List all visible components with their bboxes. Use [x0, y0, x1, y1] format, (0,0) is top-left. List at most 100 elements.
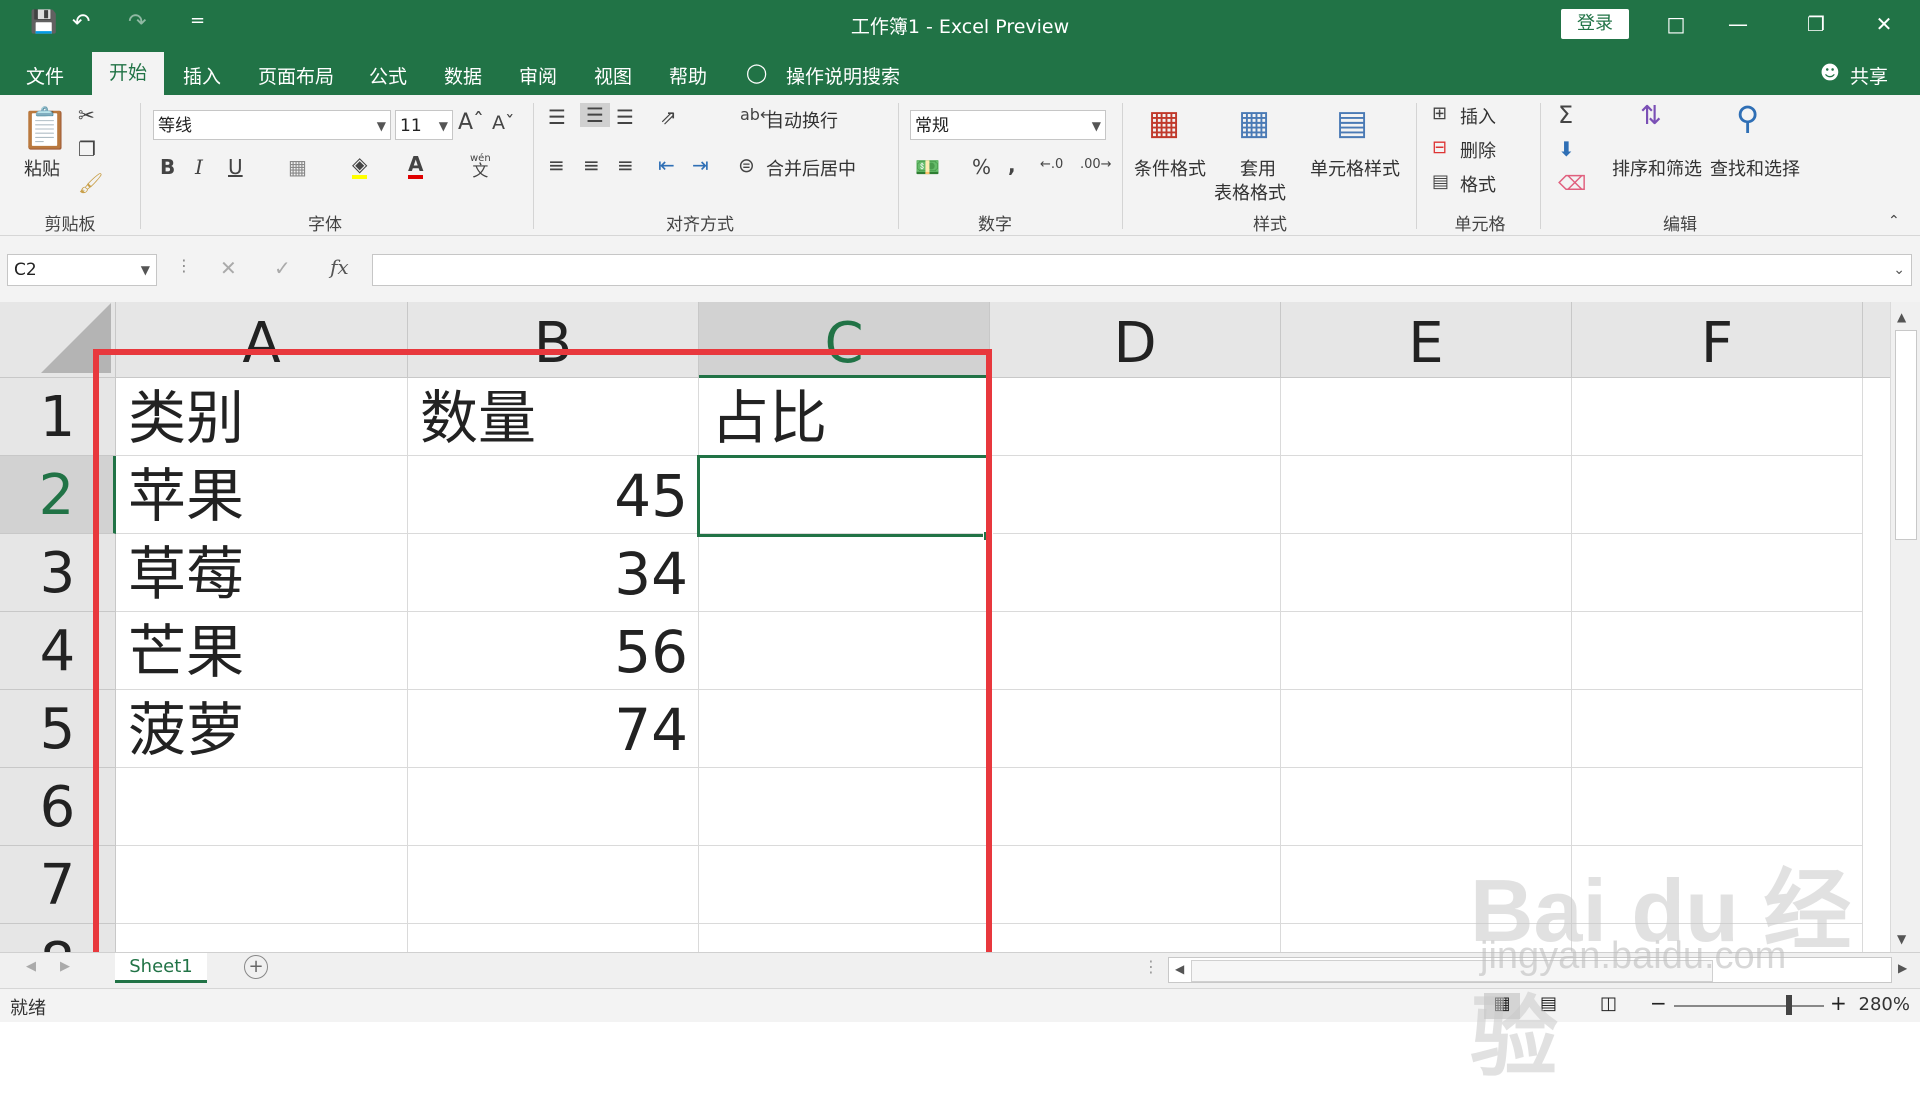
- cell-f5[interactable]: [1572, 690, 1863, 768]
- cell-d3[interactable]: [990, 534, 1281, 612]
- merge-center-button[interactable]: 合并后居中: [766, 155, 856, 181]
- column-header-g[interactable]: [1863, 302, 1890, 378]
- tab-formulas[interactable]: 公式: [369, 62, 407, 89]
- insert-function-button[interactable]: fx: [330, 255, 349, 279]
- tell-me-search[interactable]: 操作说明搜索: [786, 62, 900, 89]
- format-as-table-button-l2[interactable]: 表格格式: [1214, 179, 1286, 205]
- cell-f6[interactable]: [1572, 768, 1863, 846]
- fill-icon[interactable]: ⬇: [1558, 137, 1575, 161]
- fill-color-icon[interactable]: ◈: [352, 153, 368, 179]
- ribbon-display-icon[interactable]: □: [1656, 8, 1696, 40]
- cancel-icon[interactable]: ✕: [220, 256, 237, 280]
- delete-cells-button[interactable]: 删除: [1460, 137, 1496, 163]
- decrease-decimal-icon[interactable]: .00→: [1080, 157, 1112, 172]
- tab-home[interactable]: 开始: [92, 52, 164, 95]
- currency-icon[interactable]: 💵: [915, 155, 940, 179]
- wrap-text-button[interactable]: 自动换行: [766, 107, 838, 133]
- cell-f3[interactable]: [1572, 534, 1863, 612]
- clear-icon[interactable]: ⌫: [1558, 171, 1586, 195]
- cell-d8[interactable]: [990, 924, 1281, 952]
- cell-e1[interactable]: [1281, 378, 1572, 456]
- cut-icon[interactable]: ✂: [78, 103, 95, 127]
- conditional-format-icon[interactable]: ▦: [1148, 103, 1180, 143]
- login-button[interactable]: 登录: [1561, 9, 1629, 39]
- sheet-prev-icon[interactable]: ◀: [26, 959, 36, 974]
- cell-styles-icon[interactable]: ▤: [1336, 103, 1368, 143]
- cell-e3[interactable]: [1281, 534, 1572, 612]
- vertical-scroll-thumb[interactable]: [1895, 330, 1917, 540]
- insert-cells-button[interactable]: 插入: [1460, 103, 1496, 129]
- orientation-icon[interactable]: ⇗: [660, 105, 677, 129]
- phonetic-icon[interactable]: wén 文: [470, 153, 491, 180]
- align-center-icon[interactable]: ≡: [583, 153, 600, 177]
- format-cells-button[interactable]: 格式: [1460, 171, 1496, 197]
- formula-input[interactable]: ⌄: [372, 254, 1912, 286]
- tab-data[interactable]: 数据: [444, 62, 482, 89]
- italic-button[interactable]: I: [195, 155, 203, 179]
- cell-d1[interactable]: [990, 378, 1281, 456]
- number-format-combo[interactable]: 常规 ▼: [910, 110, 1106, 140]
- align-middle-icon[interactable]: ☰: [580, 103, 610, 127]
- sort-filter-button[interactable]: 排序和筛选: [1612, 155, 1702, 181]
- format-as-table-button-l1[interactable]: 套用: [1240, 155, 1276, 181]
- find-select-icon[interactable]: ⚲: [1736, 99, 1759, 137]
- share-button[interactable]: 共享: [1850, 62, 1888, 89]
- cell-d4[interactable]: [990, 612, 1281, 690]
- cell-e4[interactable]: [1281, 612, 1572, 690]
- restore-icon[interactable]: ❐: [1796, 8, 1836, 40]
- decrease-indent-icon[interactable]: ⇤: [658, 153, 675, 177]
- paste-icon[interactable]: 📋: [20, 105, 70, 152]
- tab-insert[interactable]: 插入: [183, 62, 221, 89]
- cell-d2[interactable]: [990, 456, 1281, 534]
- column-header-f[interactable]: F: [1572, 302, 1863, 378]
- increase-indent-icon[interactable]: ⇥: [692, 153, 709, 177]
- delete-cells-icon[interactable]: ⊟: [1432, 137, 1447, 158]
- cell-styles-button[interactable]: 单元格样式: [1310, 155, 1400, 181]
- comma-style-button[interactable]: ,: [1008, 153, 1016, 177]
- grow-font-icon[interactable]: Aˆ: [458, 110, 484, 135]
- format-cells-icon[interactable]: ▤: [1432, 171, 1449, 192]
- insert-cells-icon[interactable]: ⊞: [1432, 103, 1447, 124]
- cell-e5[interactable]: [1281, 690, 1572, 768]
- tab-help[interactable]: 帮助: [669, 62, 707, 89]
- tab-view[interactable]: 视图: [594, 62, 632, 89]
- shrink-font-icon[interactable]: Aˇ: [492, 112, 515, 134]
- merge-icon[interactable]: ⊜: [738, 153, 755, 177]
- minimize-icon[interactable]: —: [1718, 8, 1758, 40]
- close-icon[interactable]: ✕: [1864, 8, 1904, 40]
- format-painter-icon[interactable]: 🖌: [78, 171, 103, 195]
- add-sheet-icon[interactable]: +: [244, 955, 268, 979]
- cell-d5[interactable]: [990, 690, 1281, 768]
- increase-decimal-icon[interactable]: ←.0: [1040, 157, 1063, 172]
- font-size-combo[interactable]: 11 ▼: [395, 110, 453, 140]
- name-box[interactable]: C2 ▼: [7, 254, 157, 286]
- scroll-up-icon[interactable]: ▲: [1897, 310, 1906, 324]
- tab-split-icon[interactable]: ⋮: [1143, 957, 1159, 976]
- autosum-icon[interactable]: Σ: [1558, 101, 1573, 129]
- font-color-icon[interactable]: A: [408, 153, 424, 179]
- align-top-icon[interactable]: ☰: [548, 105, 566, 129]
- tab-file[interactable]: 文件: [26, 62, 64, 89]
- scroll-left-icon[interactable]: ◀: [1175, 962, 1184, 976]
- column-header-d[interactable]: D: [990, 302, 1281, 378]
- column-header-e[interactable]: E: [1281, 302, 1572, 378]
- sheet-tab-sheet1[interactable]: Sheet1: [115, 953, 207, 983]
- cell-d7[interactable]: [990, 846, 1281, 924]
- cell-e2[interactable]: [1281, 456, 1572, 534]
- percent-button[interactable]: %: [972, 155, 991, 179]
- sheet-next-icon[interactable]: ▶: [60, 959, 70, 974]
- cell-f1[interactable]: [1572, 378, 1863, 456]
- sort-filter-icon[interactable]: ⇅: [1640, 101, 1662, 131]
- align-bottom-icon[interactable]: ☰: [616, 105, 634, 129]
- cell-f4[interactable]: [1572, 612, 1863, 690]
- copy-icon[interactable]: ❐: [78, 137, 96, 161]
- borders-icon[interactable]: ▦: [288, 155, 307, 179]
- expand-formula-icon[interactable]: ⌄: [1893, 255, 1905, 285]
- underline-button[interactable]: U: [228, 155, 243, 179]
- bold-button[interactable]: B: [160, 155, 175, 179]
- cell-e6[interactable]: [1281, 768, 1572, 846]
- find-select-button[interactable]: 查找和选择: [1710, 155, 1800, 181]
- enter-icon[interactable]: ✓: [274, 256, 291, 280]
- font-name-combo[interactable]: 等线 ▼: [153, 110, 391, 140]
- tab-review[interactable]: 审阅: [519, 62, 557, 89]
